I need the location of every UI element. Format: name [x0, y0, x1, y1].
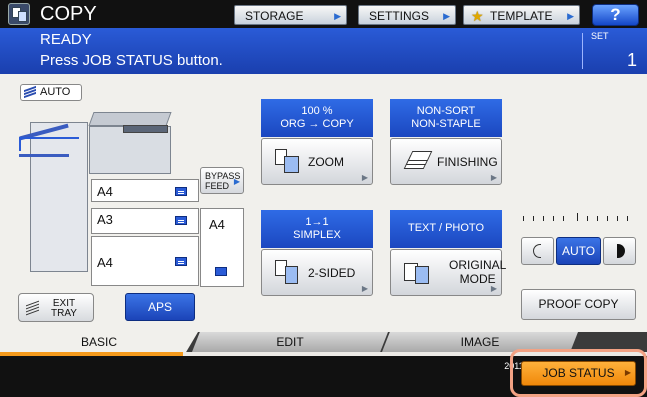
settings-button-label: SETTINGS [369, 9, 430, 23]
finishing-icon [403, 149, 433, 175]
zoom-label: ZOOM [308, 155, 344, 169]
zoom-button[interactable]: ZOOM ▶ [261, 138, 373, 185]
storage-button-label: STORAGE [245, 9, 304, 23]
darker-icon [617, 244, 625, 258]
duplex-mode: SIMPLEX [293, 229, 341, 241]
star-icon: ★ [471, 8, 484, 24]
auto-density-button[interactable]: AUTO [556, 237, 601, 265]
status-hint: Press JOB STATUS button. [40, 52, 223, 69]
status-bar: READY Press JOB STATUS button. SET 1 [0, 28, 647, 74]
tab-basic[interactable]: BASIC [0, 332, 198, 352]
job-status-button[interactable]: JOB STATUS ▶ [521, 361, 636, 386]
zoom-direction: ORG → COPY [280, 118, 354, 130]
template-button-label: TEMPLATE [490, 9, 553, 23]
arrow-right-icon: ▶ [490, 173, 497, 182]
original-mode-label: ORIGINAL MODE [449, 258, 506, 286]
aps-button[interactable]: APS [125, 293, 195, 321]
finishing-setting: NON-SORT NON-STAPLE [390, 99, 502, 137]
tray-size: A3 [97, 212, 113, 227]
arrow-right-icon: ▶ [233, 177, 240, 186]
arrow-right-icon: ▶ [361, 173, 368, 182]
original-mode-button[interactable]: ORIGINAL MODE ▶ [390, 249, 506, 296]
paper-level-icon [175, 187, 187, 196]
proof-copy-button[interactable]: PROOF COPY [521, 289, 636, 320]
original-mode-label-line2: MODE [459, 272, 496, 286]
original-mode-icon [404, 260, 430, 286]
help-button[interactable]: ? [592, 4, 639, 26]
zoom-icon [275, 149, 301, 175]
staple-mode: NON-STAPLE [411, 118, 481, 130]
density-scale [521, 213, 636, 223]
lighter-icon [533, 244, 541, 258]
paper-tray-1[interactable]: A4 [91, 179, 199, 202]
job-status-label: JOB STATUS [542, 366, 615, 380]
paper-level-icon [175, 216, 187, 225]
arrow-right-icon: ▶ [443, 11, 450, 21]
duplex-ratio: 1→1 [305, 216, 329, 228]
set-label: SET [591, 31, 609, 41]
paper-level-icon [215, 267, 227, 276]
app-title: COPY [40, 3, 97, 25]
zoom-ratio: 100 % [301, 105, 333, 117]
bypass-tray[interactable]: A4 [200, 208, 244, 287]
paper-tray-2[interactable]: A3 [91, 208, 199, 234]
bypass-feed-label: BYPASS FEED [205, 171, 241, 191]
bypass-feed-button[interactable]: BYPASS FEED ▶ [200, 167, 244, 194]
settings-button[interactable]: SETTINGS ▶ [358, 5, 456, 25]
tray-size: A4 [209, 217, 225, 232]
copy-icon [8, 3, 30, 25]
arrow-right-icon: ▶ [490, 284, 497, 293]
two-sided-icon [275, 260, 301, 286]
paper-tray-3[interactable]: A4 [91, 236, 199, 286]
darker-density-button[interactable] [603, 237, 636, 265]
arrow-right-icon: ▶ [567, 11, 574, 21]
exit-tray-button[interactable]: EXIT TRAY [18, 293, 94, 322]
copy-screen: COPY STORAGE ▶ SETTINGS ▶ ★ TEMPLATE ▶ ?… [0, 0, 647, 397]
tab-edit[interactable]: EDIT [192, 332, 388, 352]
arrow-right-icon: ▶ [624, 368, 631, 377]
two-sided-label: 2-SIDED [308, 266, 356, 280]
two-sided-button[interactable]: 2-SIDED ▶ [261, 249, 373, 296]
sort-mode: NON-SORT [416, 105, 476, 117]
lighter-density-button[interactable] [521, 237, 554, 265]
set-count: 1 [626, 50, 637, 70]
exit-tray-label: EXIT TRAY [51, 298, 77, 319]
status-message: READY [40, 31, 92, 48]
paper-level-icon [175, 257, 187, 266]
top-bar: COPY STORAGE ▶ SETTINGS ▶ ★ TEMPLATE ▶ ? [0, 0, 647, 28]
original-mode-setting: TEXT / PHOTO [390, 210, 502, 248]
exit-tray-icon [26, 300, 40, 316]
template-button[interactable]: ★ TEMPLATE ▶ [463, 5, 580, 25]
arrow-right-icon: ▶ [334, 11, 341, 21]
arrow-right-icon: ▶ [361, 284, 368, 293]
tray-size: A4 [97, 184, 113, 199]
finishing-label: FINISHING [437, 155, 498, 169]
divider [582, 33, 583, 69]
original-mode-value: TEXT / PHOTO [408, 222, 484, 234]
original-mode-label-line1: ORIGINAL [449, 258, 507, 272]
finishing-button[interactable]: FINISHING ▶ [390, 138, 502, 185]
storage-button[interactable]: STORAGE ▶ [234, 5, 347, 25]
zoom-setting: 100 % ORG → COPY [261, 99, 373, 137]
tray-size: A4 [97, 255, 113, 270]
duplex-setting: 1→1 SIMPLEX [261, 210, 373, 248]
